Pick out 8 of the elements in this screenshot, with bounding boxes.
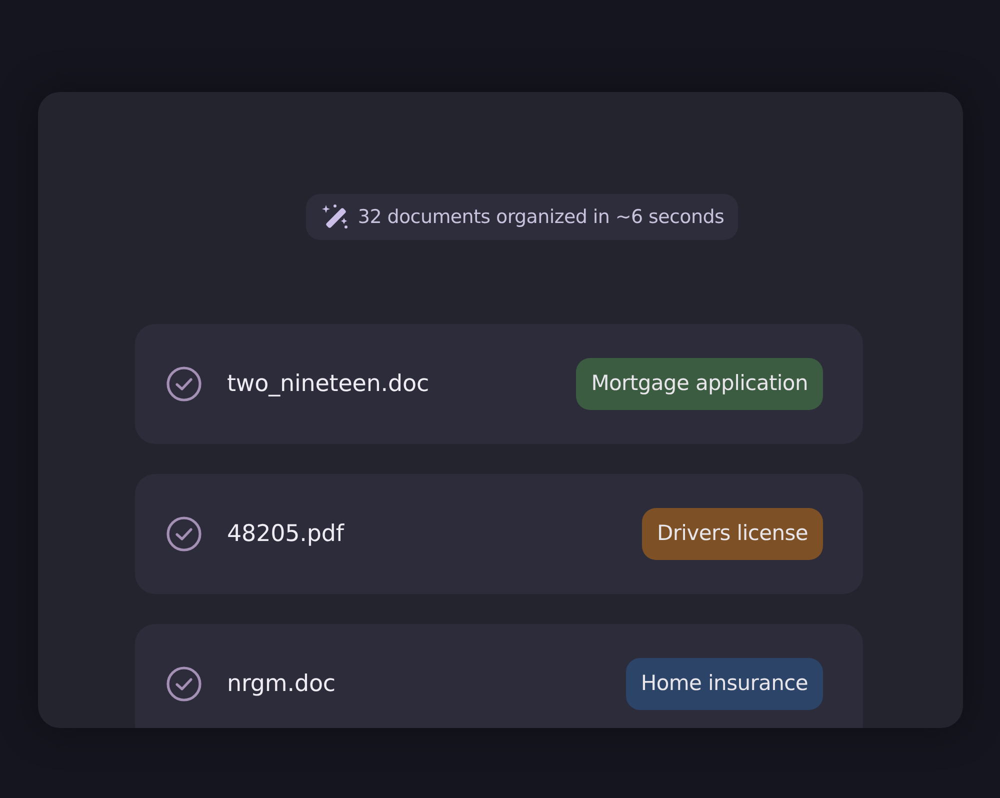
category-tag: Drivers license [642, 508, 823, 560]
file-name: 48205.pdf [227, 520, 344, 549]
magic-wand-icon [322, 203, 350, 231]
file-name: nrgm.doc [227, 670, 336, 699]
file-name: two_nineteen.doc [227, 370, 430, 399]
category-tag: Home insurance [626, 658, 823, 710]
category-tag: Mortgage application [576, 358, 823, 410]
summary-text: 32 documents organized in ~6 seconds [358, 204, 724, 230]
